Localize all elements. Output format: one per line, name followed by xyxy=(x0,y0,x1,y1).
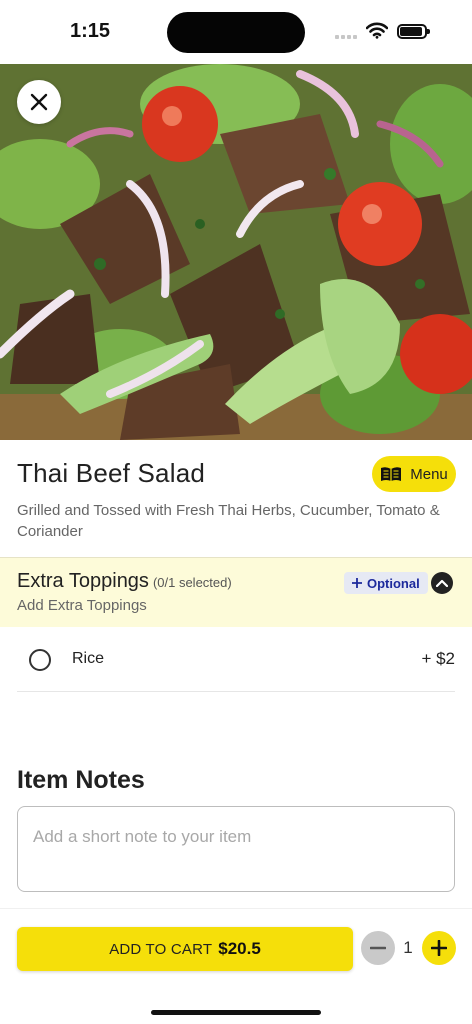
bottom-cart-bar: ADD TO CART $20.5 1 xyxy=(0,908,472,1024)
plus-icon xyxy=(352,578,362,588)
menu-button[interactable]: Menu xyxy=(372,456,456,492)
toppings-header[interactable]: Extra Toppings (0/1 selected) Add Extra T… xyxy=(0,557,472,627)
decrease-quantity-button[interactable] xyxy=(361,931,395,965)
toppings-title: Extra Toppings xyxy=(17,570,149,592)
item-title: Thai Beef Salad xyxy=(17,458,206,488)
toppings-subtitle: Add Extra Toppings xyxy=(17,597,147,614)
close-button[interactable] xyxy=(17,80,61,124)
topping-radio[interactable] xyxy=(29,649,51,671)
toppings-selected-count: (0/1 selected) xyxy=(152,575,232,590)
status-time: 1:15 xyxy=(70,20,111,42)
optional-badge-label: Optional xyxy=(367,575,420,591)
quantity-value: 1 xyxy=(403,938,413,957)
collapse-toppings-button[interactable] xyxy=(431,572,453,594)
home-indicator xyxy=(151,1010,321,1015)
optional-badge: Optional xyxy=(344,572,428,594)
battery-icon xyxy=(397,24,430,39)
plus-icon xyxy=(431,940,447,956)
status-bar: 1:15 xyxy=(0,0,472,64)
salad-image xyxy=(0,64,472,440)
dynamic-island xyxy=(167,12,305,53)
item-notes-field[interactable] xyxy=(17,806,455,892)
add-to-cart-price: $20.5 xyxy=(218,939,261,958)
add-to-cart-label: ADD TO CART xyxy=(109,940,213,958)
hero-food-photo xyxy=(0,64,472,440)
chevron-up-icon xyxy=(436,579,448,587)
minus-icon xyxy=(370,946,386,950)
menu-button-label: Menu xyxy=(410,465,448,483)
close-icon xyxy=(30,93,48,111)
item-description: Grilled and Tossed with Fresh Thai Herbs… xyxy=(17,502,440,540)
signal-icon xyxy=(335,35,357,39)
add-to-cart-button[interactable]: ADD TO CART $20.5 xyxy=(17,927,353,971)
book-icon xyxy=(381,467,402,481)
wifi-icon xyxy=(366,22,388,39)
topping-option-label: Rice xyxy=(72,650,105,667)
toppings-title-row: Extra Toppings (0/1 selected) xyxy=(17,570,232,593)
increase-quantity-button[interactable] xyxy=(422,931,456,965)
topping-option-rice[interactable]: Rice + $2 xyxy=(17,628,455,692)
topping-option-price: + $2 xyxy=(421,649,455,668)
notes-title: Item Notes xyxy=(17,766,145,794)
